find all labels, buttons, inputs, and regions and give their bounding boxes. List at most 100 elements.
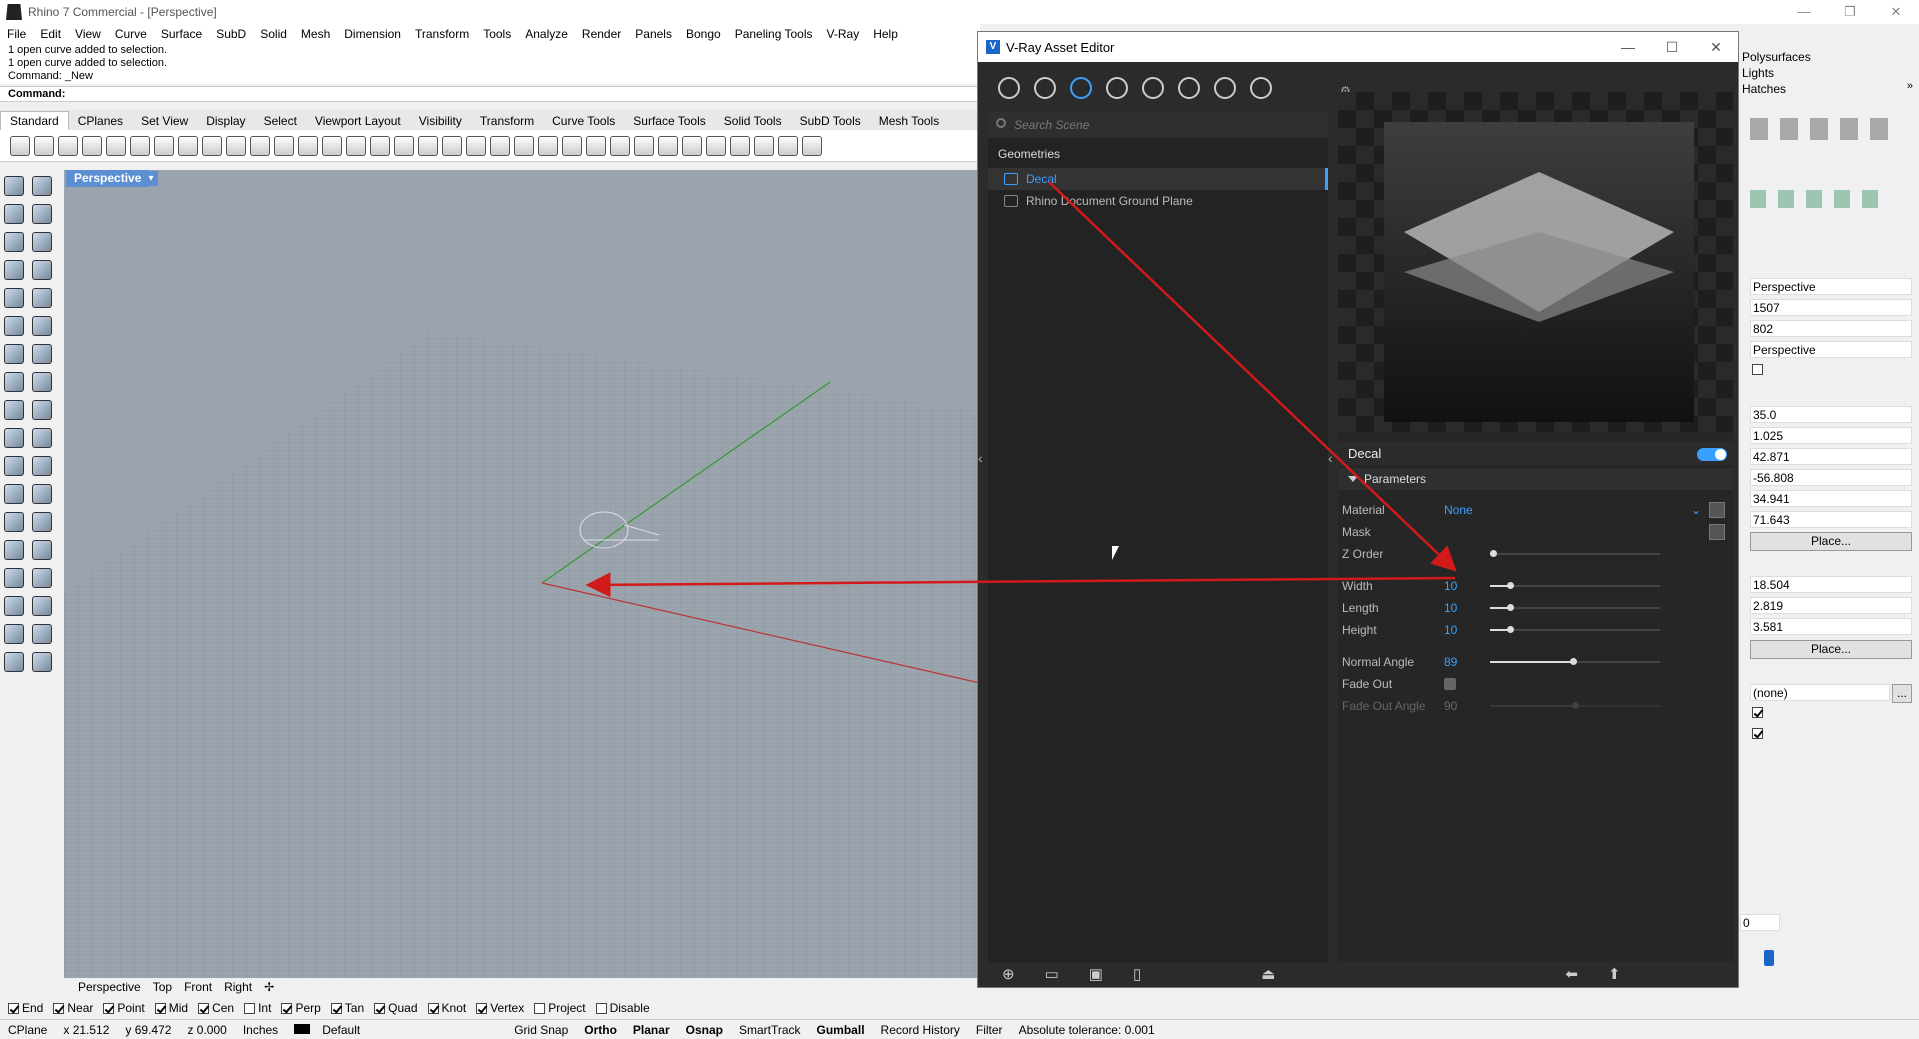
rotate-view-icon[interactable] <box>370 135 390 156</box>
ellipse-tool-icon[interactable] <box>32 232 52 252</box>
viewport-height-field[interactable]: 802 <box>1750 320 1912 337</box>
tab-solid-tools[interactable]: Solid Tools <box>715 112 791 130</box>
sweep-icon[interactable] <box>514 135 534 156</box>
filter-polysurfaces[interactable]: Polysurfaces <box>1742 50 1811 64</box>
lens-length-field[interactable]: 35.0 <box>1750 406 1912 423</box>
add-asset-icon[interactable]: ⊕ <box>1002 965 1015 983</box>
square-icon[interactable] <box>586 135 606 156</box>
osnap-checkbox[interactable] <box>330 1002 342 1014</box>
osnap-checkbox[interactable] <box>198 1002 210 1014</box>
material-dropdown-chevron-icon[interactable]: ⌄ <box>1691 500 1701 520</box>
osnap-knot[interactable]: Knot <box>427 1001 466 1015</box>
osnap-mid[interactable]: Mid <box>154 1001 188 1015</box>
fade-out-checkbox[interactable] <box>1444 678 1456 690</box>
tab-cplanes[interactable]: CPlanes <box>69 112 132 130</box>
menu-subd[interactable]: SubD <box>209 27 253 41</box>
mesh-tool-icon[interactable] <box>32 372 52 392</box>
filter-toggle[interactable]: Filter <box>968 1023 1011 1037</box>
polyline-tool-icon[interactable] <box>4 204 24 224</box>
cylinder-icon[interactable] <box>442 135 462 156</box>
camera-x-field[interactable]: 42.871 <box>1750 448 1912 465</box>
menu-help[interactable]: Help <box>866 27 905 41</box>
subd-tool-icon[interactable] <box>4 400 24 420</box>
osnap-checkbox[interactable] <box>374 1002 386 1014</box>
copy-icon[interactable] <box>154 135 174 156</box>
lock-icon[interactable] <box>730 135 750 156</box>
extrude-tool-icon[interactable] <box>32 316 52 336</box>
tab-viewport-layout[interactable]: Viewport Layout <box>306 112 410 130</box>
scale-tool-icon[interactable] <box>32 484 52 504</box>
dimension-tool-icon[interactable] <box>32 512 52 532</box>
color-wheel-icon[interactable] <box>778 135 798 156</box>
asset-item-decal[interactable]: Decal <box>988 168 1328 190</box>
length-value[interactable]: 10 <box>1444 598 1457 618</box>
select-tool-icon[interactable] <box>4 176 24 196</box>
check-tool-icon[interactable] <box>32 624 52 644</box>
camera-z-field[interactable]: 34.941 <box>1750 490 1912 507</box>
status-cplane[interactable]: CPlane <box>0 1023 55 1037</box>
trim-tool-icon[interactable] <box>4 428 24 448</box>
fillet-tool-icon[interactable] <box>32 288 52 308</box>
zoom-extents-icon[interactable] <box>322 135 342 156</box>
distance-field[interactable]: 71.643 <box>1750 511 1912 528</box>
polygon-icon[interactable] <box>634 135 654 156</box>
open-folder-icon[interactable]: ▭ <box>1045 965 1059 983</box>
panel-tabs-row[interactable] <box>1750 190 1890 208</box>
filter-hatches[interactable]: Hatches <box>1742 82 1786 96</box>
osnap-checkbox[interactable] <box>534 1002 546 1014</box>
osnap-checkbox[interactable] <box>154 1002 166 1014</box>
browse-button[interactable]: ... <box>1892 684 1912 703</box>
viewport-menu-chevron-icon[interactable]: ▾ <box>144 171 158 186</box>
zoom-window-icon[interactable] <box>298 135 318 156</box>
vray-close-button[interactable]: ✕ <box>1694 32 1738 62</box>
minimize-button[interactable]: — <box>1781 0 1827 24</box>
close-button[interactable]: ✕ <box>1873 0 1919 24</box>
cut-icon[interactable] <box>130 135 150 156</box>
osnap-near[interactable]: Near <box>53 1001 93 1015</box>
command-prompt-input[interactable]: Command: <box>0 86 980 102</box>
width-value[interactable]: 10 <box>1444 576 1457 596</box>
mask-swatch[interactable] <box>1709 524 1725 540</box>
camera-y-field[interactable]: -56.808 <box>1750 469 1912 486</box>
zorder-value[interactable]: 1 <box>1444 544 1451 564</box>
polygon-tool-icon[interactable] <box>4 260 24 280</box>
align-tool-icon[interactable] <box>32 540 52 560</box>
asset-item-ground-plane[interactable]: Rhino Document Ground Plane <box>988 190 1328 212</box>
osnap-point[interactable]: Point <box>103 1001 145 1015</box>
expand-chevron-icon[interactable]: » <box>1907 80 1913 92</box>
perspective-viewport[interactable]: Perspective ▾ <box>64 170 980 978</box>
record-history-toggle[interactable]: Record History <box>873 1023 968 1037</box>
tab-standard[interactable]: Standard <box>0 111 69 130</box>
height-slider[interactable] <box>1490 626 1660 633</box>
vray-minimize-button[interactable]: — <box>1606 32 1650 62</box>
place-target-button[interactable]: Place... <box>1750 640 1912 659</box>
osnap-checkbox[interactable] <box>281 1002 293 1014</box>
tab-select[interactable]: Select <box>255 112 306 130</box>
show-checkbox[interactable] <box>1752 707 1763 718</box>
osnap-vertex[interactable]: Vertex <box>476 1001 524 1015</box>
zoom-selected-icon[interactable] <box>346 135 366 156</box>
pan-hand-icon[interactable] <box>226 135 246 156</box>
collapse-right-chevron-icon[interactable]: ‹ <box>1328 450 1333 466</box>
join-tool-icon[interactable] <box>4 456 24 476</box>
menu-edit[interactable]: Edit <box>33 27 68 41</box>
planar-toggle[interactable]: Planar <box>625 1023 678 1037</box>
spin-field[interactable]: 0 <box>1740 914 1780 931</box>
decal-enable-toggle[interactable] <box>1697 448 1727 461</box>
viewport-tab-front[interactable]: Front <box>178 980 218 994</box>
osnap-checkbox[interactable] <box>8 1002 19 1014</box>
status-layer[interactable]: Default <box>286 1023 376 1037</box>
tab-visibility[interactable]: Visibility <box>410 112 471 130</box>
slider-thumb[interactable] <box>1764 950 1774 966</box>
osnap-quad[interactable]: Quad <box>374 1001 418 1015</box>
menu-tools[interactable]: Tools <box>476 27 518 41</box>
spotlight-icon[interactable] <box>658 135 678 156</box>
panel-icons-row[interactable] <box>1750 118 1890 140</box>
osnap-checkbox[interactable] <box>476 1002 488 1014</box>
osnap-perp[interactable]: Perp <box>281 1001 321 1015</box>
projection-select[interactable]: Perspective <box>1750 341 1912 358</box>
lights-icon[interactable] <box>1034 77 1056 99</box>
save-icon[interactable] <box>58 135 78 156</box>
menu-curve[interactable]: Curve <box>108 27 154 41</box>
circle-tool-icon[interactable] <box>4 232 24 252</box>
